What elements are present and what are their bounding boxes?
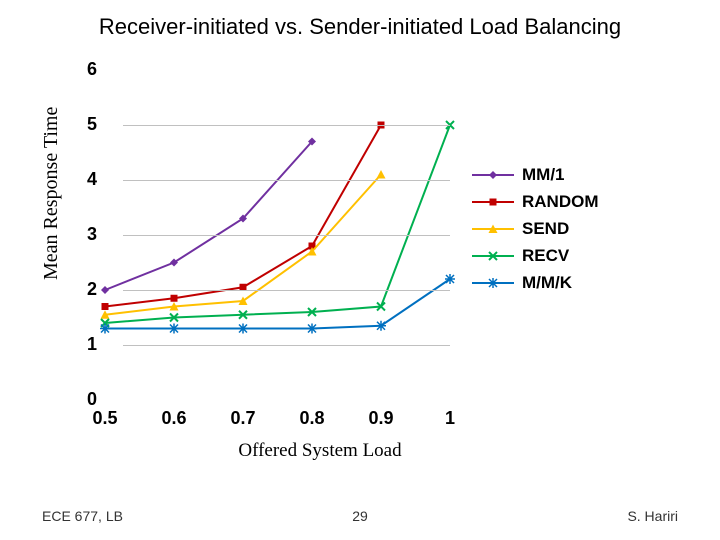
series-marker-M/M/K	[100, 324, 110, 334]
legend-swatch	[472, 282, 514, 284]
series-marker-M/M/K	[445, 274, 455, 284]
gridline	[123, 125, 450, 126]
series-line-SEND	[105, 175, 381, 315]
gridline	[123, 290, 450, 291]
y-tick-label: 3	[69, 224, 97, 245]
legend-item: RECV	[472, 246, 599, 266]
x-tick-label: 0.9	[361, 408, 401, 429]
legend-swatch	[472, 201, 514, 203]
legend-swatch	[472, 255, 514, 257]
x-tick-label: 0.5	[85, 408, 125, 429]
series-marker-RANDOM	[102, 303, 109, 310]
legend-swatch	[472, 174, 514, 176]
y-axis-label: Mean Response Time	[40, 107, 63, 280]
x-tick-label: 1	[430, 408, 470, 429]
y-tick-label: 2	[69, 279, 97, 300]
legend-swatch	[472, 228, 514, 230]
legend-label: M/M/K	[522, 273, 572, 293]
x-tick-label: 0.8	[292, 408, 332, 429]
y-tick-label: 0	[69, 389, 97, 410]
chart-legend: MM/1 RANDOM SEND RECV M/M/K	[472, 158, 599, 300]
series-marker-SEND	[377, 170, 386, 179]
x-axis-label: Offered System Load	[160, 440, 480, 462]
y-tick-label: 5	[69, 114, 97, 135]
legend-item: SEND	[472, 219, 599, 239]
series-marker-M/M/K	[307, 324, 317, 334]
legend-label: RANDOM	[522, 192, 599, 212]
series-line-RECV	[105, 125, 450, 323]
footer-author: S. Hariri	[627, 508, 678, 524]
series-marker-M/M/K	[376, 321, 386, 331]
x-tick-label: 0.7	[223, 408, 263, 429]
gridline	[123, 345, 450, 346]
legend-item: RANDOM	[472, 192, 599, 212]
gridline	[123, 180, 450, 181]
series-line-MM/1	[105, 142, 312, 291]
series-marker-M/M/K	[238, 324, 248, 334]
legend-label: RECV	[522, 246, 569, 266]
legend-item: M/M/K	[472, 273, 599, 293]
y-tick-label: 4	[69, 169, 97, 190]
series-marker-MM/1	[101, 286, 109, 294]
footer-page: 29	[0, 508, 720, 524]
y-tick-label: 1	[69, 334, 97, 355]
series-marker-RANDOM	[171, 295, 178, 302]
legend-label: MM/1	[522, 165, 565, 185]
series-line-M/M/K	[105, 279, 450, 329]
gridline	[123, 235, 450, 236]
legend-label: SEND	[522, 219, 569, 239]
legend-item: MM/1	[472, 165, 599, 185]
series-marker-M/M/K	[169, 324, 179, 334]
y-tick-label: 6	[69, 59, 97, 80]
slide-title: Receiver-initiated vs. Sender-initiated …	[0, 14, 720, 40]
x-tick-label: 0.6	[154, 408, 194, 429]
